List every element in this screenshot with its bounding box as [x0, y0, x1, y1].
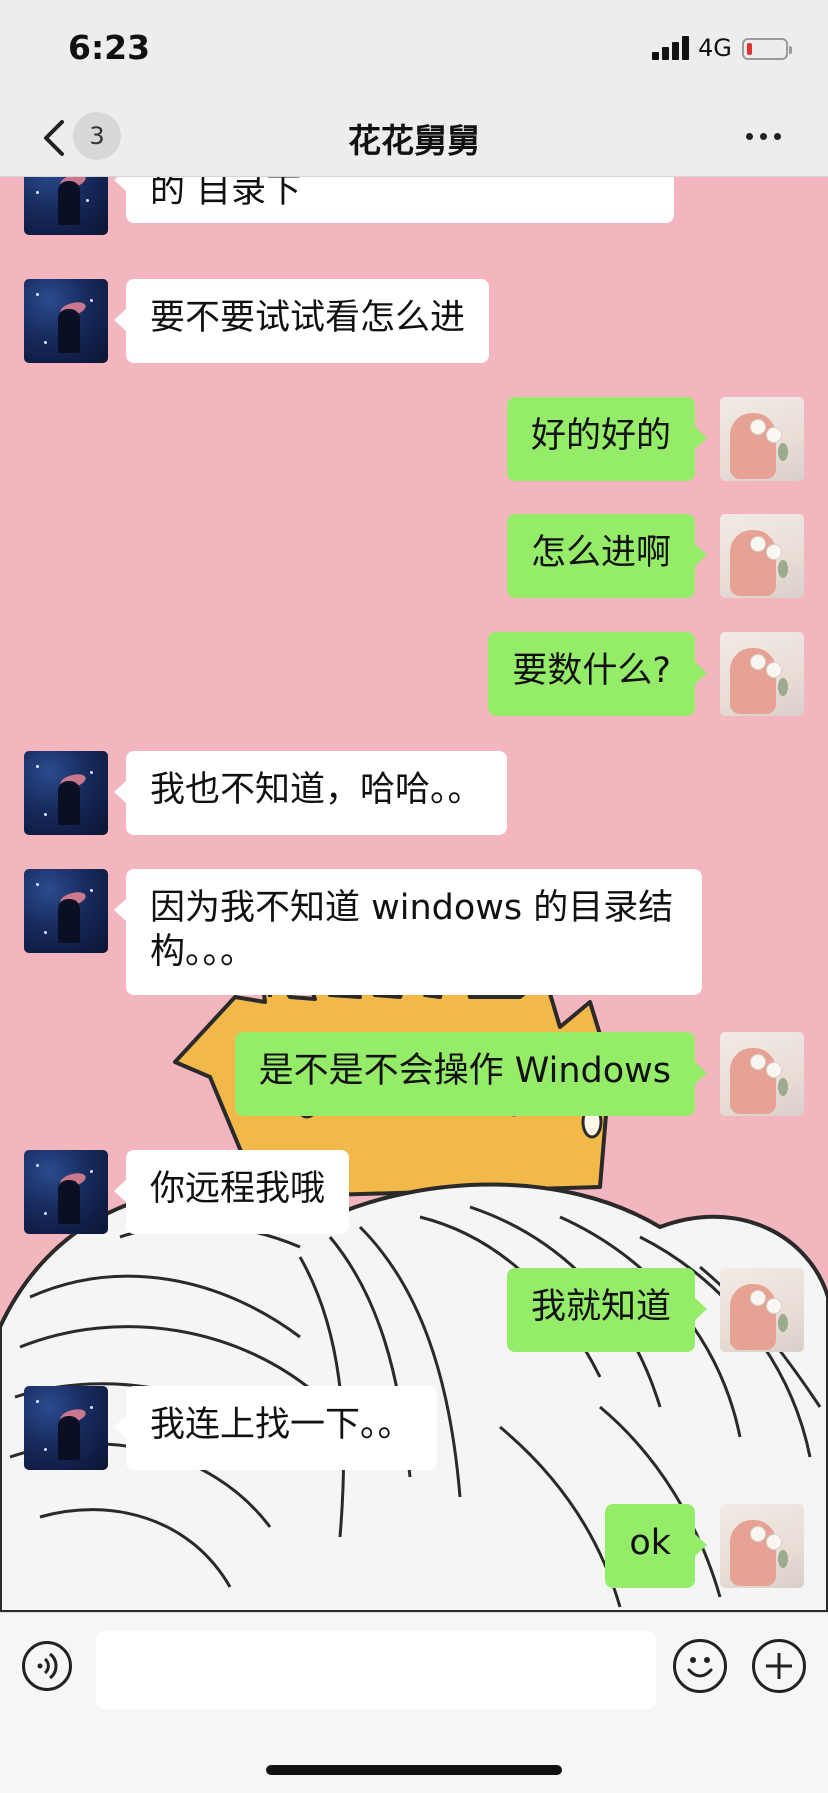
my-avatar[interactable] [720, 397, 804, 481]
message-bubble-outgoing[interactable]: 是不是不会操作 Windows [234, 1032, 708, 1116]
message-text: 因为我不知道 windows 的目录结构。。。 [150, 888, 674, 972]
signal-icon [652, 36, 692, 60]
message-text: 要数什么? [512, 651, 671, 691]
message-bubble-incoming[interactable]: 因为我不知道 windows 的目录结构。。。 [114, 869, 702, 995]
friend-avatar[interactable] [24, 177, 108, 235]
smiley-icon[interactable] [673, 1639, 727, 1693]
status-bar: 6:23 4G [0, 0, 828, 100]
battery-icon [742, 38, 792, 60]
my-avatar[interactable] [720, 1032, 804, 1116]
network-type: 4G [698, 34, 732, 62]
message-text: 我连上找一下。。 [150, 1405, 413, 1445]
plus-icon[interactable] [752, 1639, 806, 1693]
message-text: 我就知道 [530, 1287, 671, 1327]
message-text: 是不是不会操作 Windows [258, 1051, 671, 1091]
message-bubble-incoming[interactable]: 我连上找一下。。 [114, 1386, 437, 1470]
message-bubble-incoming[interactable]: 的 目录下 [114, 177, 674, 223]
message-bubble-outgoing[interactable]: 好的好的 [506, 397, 708, 481]
message-text: 好的好的 [530, 416, 671, 456]
chat-message-list[interactable]: 的 目录下 要不要试试看怎么进 好的好的 怎么进啊 要数什么? 我也不知道，哈哈… [0, 177, 828, 1612]
message-bubble-incoming[interactable]: 我也不知道，哈哈。。 [114, 751, 507, 835]
message-text: 的 目录下 [150, 177, 302, 211]
chat-header: 3 花花舅舅 [0, 100, 828, 177]
message-bubble-outgoing[interactable]: ok [605, 1504, 707, 1588]
my-avatar[interactable] [720, 514, 804, 598]
message-bubble-outgoing[interactable]: 要数什么? [488, 632, 707, 716]
message-input[interactable] [96, 1631, 656, 1709]
message-bubble-incoming[interactable]: 你远程我哦 [113, 1150, 350, 1234]
input-bar [0, 1612, 828, 1793]
message-text: 我也不知道，哈哈。。 [150, 770, 483, 810]
friend-avatar[interactable] [24, 279, 108, 363]
friend-avatar[interactable] [24, 1150, 108, 1234]
message-bubble-incoming[interactable]: 要不要试试看怎么进 [113, 279, 490, 363]
my-avatar[interactable] [720, 1268, 804, 1352]
home-indicator[interactable] [266, 1765, 562, 1775]
message-text: 要不要试试看怎么进 [150, 298, 466, 338]
voice-icon[interactable] [22, 1641, 72, 1691]
friend-avatar[interactable] [24, 751, 108, 835]
message-text: 怎么进啊 [530, 533, 671, 573]
message-bubble-outgoing[interactable]: 我就知道 [506, 1268, 708, 1352]
friend-avatar[interactable] [24, 869, 108, 953]
friend-avatar[interactable] [24, 1386, 108, 1470]
message-text: 你远程我哦 [150, 1169, 326, 1209]
my-avatar[interactable] [720, 1504, 804, 1588]
message-text: ok [629, 1523, 671, 1563]
ellipsis-icon[interactable] [744, 130, 784, 144]
chat-title: 花花舅舅 [348, 121, 480, 160]
status-time: 6:23 [68, 28, 151, 67]
my-avatar[interactable] [720, 632, 804, 716]
message-bubble-outgoing[interactable]: 怎么进啊 [506, 514, 708, 598]
